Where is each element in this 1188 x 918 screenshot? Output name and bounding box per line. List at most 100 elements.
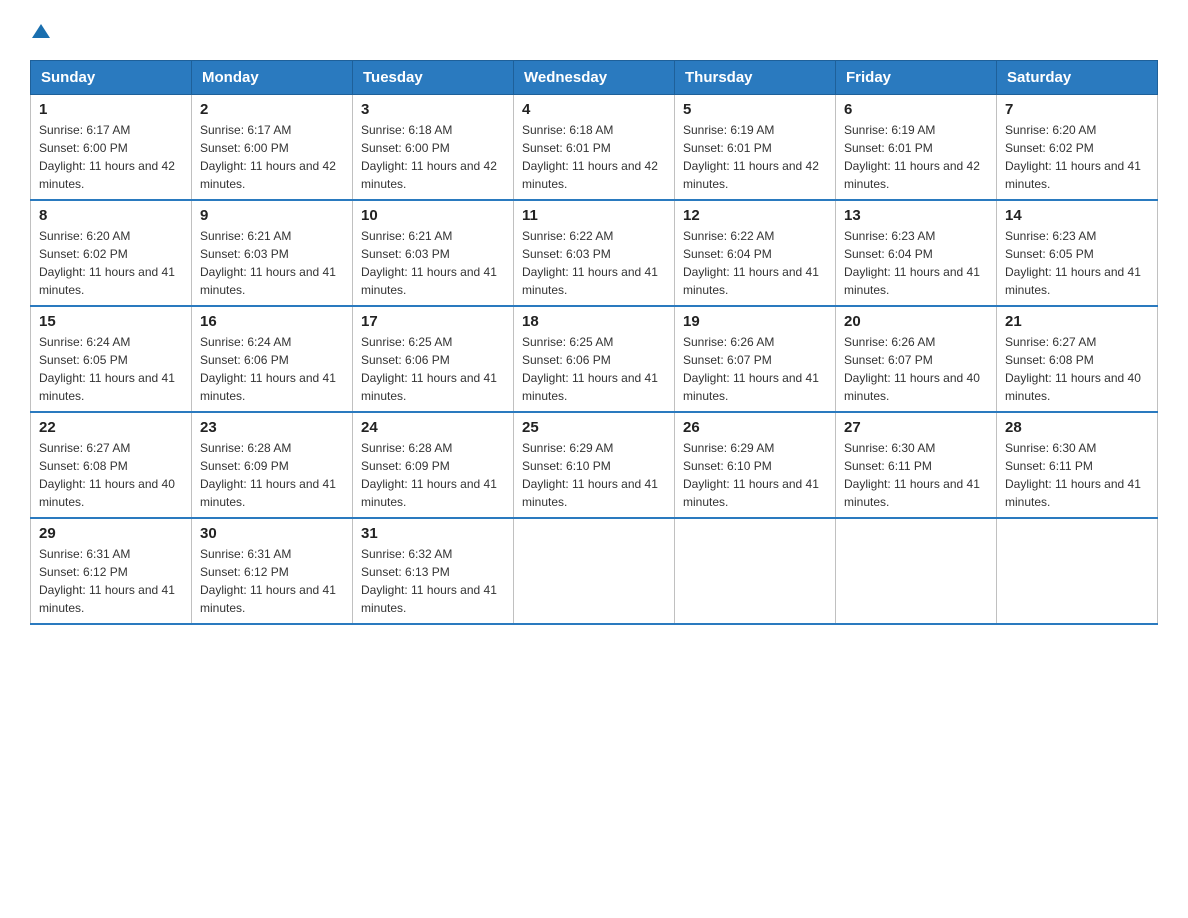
- day-info: Sunrise: 6:26 AMSunset: 6:07 PMDaylight:…: [844, 335, 980, 403]
- day-number: 25: [522, 419, 666, 436]
- calendar-day-cell: 15 Sunrise: 6:24 AMSunset: 6:05 PMDaylig…: [31, 306, 192, 412]
- calendar-week-row: 22 Sunrise: 6:27 AMSunset: 6:08 PMDaylig…: [31, 412, 1158, 518]
- calendar-day-cell: 18 Sunrise: 6:25 AMSunset: 6:06 PMDaylig…: [514, 306, 675, 412]
- day-info: Sunrise: 6:20 AMSunset: 6:02 PMDaylight:…: [39, 229, 175, 297]
- day-info: Sunrise: 6:28 AMSunset: 6:09 PMDaylight:…: [200, 441, 336, 509]
- weekday-header-monday: Monday: [192, 61, 353, 95]
- day-number: 12: [683, 207, 827, 224]
- calendar-week-row: 29 Sunrise: 6:31 AMSunset: 6:12 PMDaylig…: [31, 518, 1158, 624]
- day-info: Sunrise: 6:29 AMSunset: 6:10 PMDaylight:…: [683, 441, 819, 509]
- calendar-day-cell: 7 Sunrise: 6:20 AMSunset: 6:02 PMDayligh…: [997, 95, 1158, 201]
- day-number: 13: [844, 207, 988, 224]
- weekday-header-tuesday: Tuesday: [353, 61, 514, 95]
- day-number: 23: [200, 419, 344, 436]
- day-number: 31: [361, 525, 505, 542]
- calendar-day-cell: 26 Sunrise: 6:29 AMSunset: 6:10 PMDaylig…: [675, 412, 836, 518]
- calendar-day-cell: 22 Sunrise: 6:27 AMSunset: 6:08 PMDaylig…: [31, 412, 192, 518]
- calendar-day-cell: 29 Sunrise: 6:31 AMSunset: 6:12 PMDaylig…: [31, 518, 192, 624]
- calendar-day-cell: 20 Sunrise: 6:26 AMSunset: 6:07 PMDaylig…: [836, 306, 997, 412]
- day-number: 9: [200, 207, 344, 224]
- day-info: Sunrise: 6:25 AMSunset: 6:06 PMDaylight:…: [522, 335, 658, 403]
- calendar-week-row: 1 Sunrise: 6:17 AMSunset: 6:00 PMDayligh…: [31, 95, 1158, 201]
- day-number: 1: [39, 101, 183, 118]
- calendar-day-cell: 4 Sunrise: 6:18 AMSunset: 6:01 PMDayligh…: [514, 95, 675, 201]
- day-number: 15: [39, 313, 183, 330]
- day-info: Sunrise: 6:30 AMSunset: 6:11 PMDaylight:…: [1005, 441, 1141, 509]
- day-number: 8: [39, 207, 183, 224]
- day-info: Sunrise: 6:22 AMSunset: 6:04 PMDaylight:…: [683, 229, 819, 297]
- day-info: Sunrise: 6:21 AMSunset: 6:03 PMDaylight:…: [361, 229, 497, 297]
- calendar-day-cell: 16 Sunrise: 6:24 AMSunset: 6:06 PMDaylig…: [192, 306, 353, 412]
- day-info: Sunrise: 6:18 AMSunset: 6:00 PMDaylight:…: [361, 123, 497, 191]
- day-info: Sunrise: 6:24 AMSunset: 6:06 PMDaylight:…: [200, 335, 336, 403]
- calendar-day-cell: 25 Sunrise: 6:29 AMSunset: 6:10 PMDaylig…: [514, 412, 675, 518]
- calendar-table: SundayMondayTuesdayWednesdayThursdayFrid…: [30, 60, 1158, 625]
- calendar-day-cell: 30 Sunrise: 6:31 AMSunset: 6:12 PMDaylig…: [192, 518, 353, 624]
- calendar-header: SundayMondayTuesdayWednesdayThursdayFrid…: [31, 61, 1158, 95]
- day-info: Sunrise: 6:18 AMSunset: 6:01 PMDaylight:…: [522, 123, 658, 191]
- day-number: 3: [361, 101, 505, 118]
- day-number: 6: [844, 101, 988, 118]
- day-number: 7: [1005, 101, 1149, 118]
- day-info: Sunrise: 6:23 AMSunset: 6:05 PMDaylight:…: [1005, 229, 1141, 297]
- calendar-day-cell: 21 Sunrise: 6:27 AMSunset: 6:08 PMDaylig…: [997, 306, 1158, 412]
- calendar-day-cell: [675, 518, 836, 624]
- day-info: Sunrise: 6:21 AMSunset: 6:03 PMDaylight:…: [200, 229, 336, 297]
- calendar-day-cell: 14 Sunrise: 6:23 AMSunset: 6:05 PMDaylig…: [997, 200, 1158, 306]
- day-number: 11: [522, 207, 666, 224]
- weekday-header-wednesday: Wednesday: [514, 61, 675, 95]
- day-info: Sunrise: 6:23 AMSunset: 6:04 PMDaylight:…: [844, 229, 980, 297]
- calendar-day-cell: 8 Sunrise: 6:20 AMSunset: 6:02 PMDayligh…: [31, 200, 192, 306]
- day-number: 21: [1005, 313, 1149, 330]
- day-number: 14: [1005, 207, 1149, 224]
- day-number: 5: [683, 101, 827, 118]
- day-number: 24: [361, 419, 505, 436]
- day-info: Sunrise: 6:17 AMSunset: 6:00 PMDaylight:…: [200, 123, 336, 191]
- calendar-day-cell: 2 Sunrise: 6:17 AMSunset: 6:00 PMDayligh…: [192, 95, 353, 201]
- calendar-day-cell: 6 Sunrise: 6:19 AMSunset: 6:01 PMDayligh…: [836, 95, 997, 201]
- day-info: Sunrise: 6:17 AMSunset: 6:00 PMDaylight:…: [39, 123, 175, 191]
- calendar-day-cell: 11 Sunrise: 6:22 AMSunset: 6:03 PMDaylig…: [514, 200, 675, 306]
- day-number: 4: [522, 101, 666, 118]
- day-number: 22: [39, 419, 183, 436]
- calendar-day-cell: 28 Sunrise: 6:30 AMSunset: 6:11 PMDaylig…: [997, 412, 1158, 518]
- day-number: 18: [522, 313, 666, 330]
- page-header: [30, 20, 1158, 40]
- day-info: Sunrise: 6:24 AMSunset: 6:05 PMDaylight:…: [39, 335, 175, 403]
- weekday-header-friday: Friday: [836, 61, 997, 95]
- weekday-header-row: SundayMondayTuesdayWednesdayThursdayFrid…: [31, 61, 1158, 95]
- day-number: 20: [844, 313, 988, 330]
- day-info: Sunrise: 6:27 AMSunset: 6:08 PMDaylight:…: [39, 441, 175, 509]
- calendar-day-cell: [836, 518, 997, 624]
- day-number: 2: [200, 101, 344, 118]
- day-info: Sunrise: 6:29 AMSunset: 6:10 PMDaylight:…: [522, 441, 658, 509]
- calendar-day-cell: 10 Sunrise: 6:21 AMSunset: 6:03 PMDaylig…: [353, 200, 514, 306]
- day-number: 30: [200, 525, 344, 542]
- calendar-day-cell: 31 Sunrise: 6:32 AMSunset: 6:13 PMDaylig…: [353, 518, 514, 624]
- calendar-week-row: 15 Sunrise: 6:24 AMSunset: 6:05 PMDaylig…: [31, 306, 1158, 412]
- day-info: Sunrise: 6:31 AMSunset: 6:12 PMDaylight:…: [39, 547, 175, 615]
- logo: [30, 20, 50, 40]
- day-info: Sunrise: 6:25 AMSunset: 6:06 PMDaylight:…: [361, 335, 497, 403]
- day-number: 29: [39, 525, 183, 542]
- day-info: Sunrise: 6:19 AMSunset: 6:01 PMDaylight:…: [844, 123, 980, 191]
- day-info: Sunrise: 6:30 AMSunset: 6:11 PMDaylight:…: [844, 441, 980, 509]
- calendar-day-cell: [514, 518, 675, 624]
- day-number: 10: [361, 207, 505, 224]
- day-number: 19: [683, 313, 827, 330]
- day-info: Sunrise: 6:19 AMSunset: 6:01 PMDaylight:…: [683, 123, 819, 191]
- calendar-day-cell: 3 Sunrise: 6:18 AMSunset: 6:00 PMDayligh…: [353, 95, 514, 201]
- calendar-day-cell: 24 Sunrise: 6:28 AMSunset: 6:09 PMDaylig…: [353, 412, 514, 518]
- day-info: Sunrise: 6:20 AMSunset: 6:02 PMDaylight:…: [1005, 123, 1141, 191]
- calendar-day-cell: 23 Sunrise: 6:28 AMSunset: 6:09 PMDaylig…: [192, 412, 353, 518]
- calendar-day-cell: [997, 518, 1158, 624]
- day-info: Sunrise: 6:26 AMSunset: 6:07 PMDaylight:…: [683, 335, 819, 403]
- weekday-header-saturday: Saturday: [997, 61, 1158, 95]
- logo-triangle-icon: [32, 22, 50, 40]
- day-number: 17: [361, 313, 505, 330]
- calendar-day-cell: 27 Sunrise: 6:30 AMSunset: 6:11 PMDaylig…: [836, 412, 997, 518]
- calendar-day-cell: 12 Sunrise: 6:22 AMSunset: 6:04 PMDaylig…: [675, 200, 836, 306]
- weekday-header-sunday: Sunday: [31, 61, 192, 95]
- day-info: Sunrise: 6:28 AMSunset: 6:09 PMDaylight:…: [361, 441, 497, 509]
- calendar-day-cell: 1 Sunrise: 6:17 AMSunset: 6:00 PMDayligh…: [31, 95, 192, 201]
